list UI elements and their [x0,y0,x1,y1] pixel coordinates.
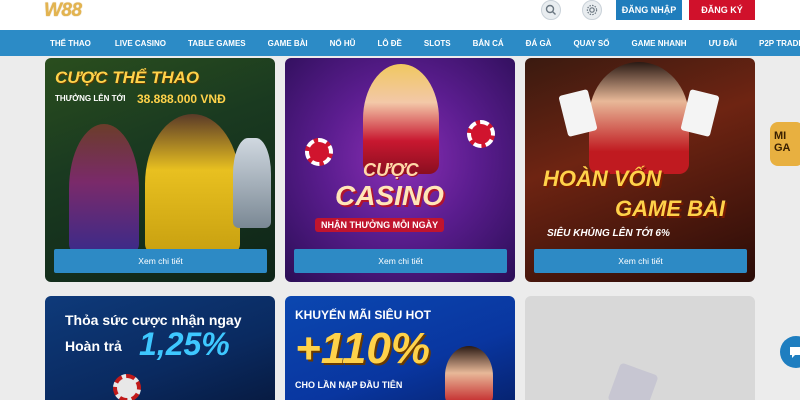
view-details-button[interactable]: Xem chi tiết [54,249,267,273]
chat-button[interactable] [780,336,800,368]
banner-subtitle: THƯỞNG LÊN TỚI [55,94,126,103]
trophy-image [233,138,271,228]
nav-item-table-games[interactable]: TABLE GAMES [188,39,246,48]
dealer-image [363,64,439,174]
promo-card-placeholder [525,296,755,400]
nav-item-live-casino[interactable]: LIVE CASINO [115,39,166,48]
nav-item-the-thao[interactable]: THỂ THAO [50,39,91,48]
search-icon[interactable] [541,0,561,20]
banner-title: HOÀN VỐN [543,166,662,191]
lottery-ball-icon [113,374,141,400]
nav-item-p2p-trading[interactable]: P2P TRADING [759,39,800,48]
main-nav: THỂ THAO LIVE CASINO TABLE GAMES GAME BÀ… [0,30,800,56]
site-header: W88 ĐĂNG NHẬP ĐĂNG KÝ [0,0,800,30]
settings-icon[interactable] [582,0,602,20]
banner-subtitle: SIÊU KHỦNG LÊN TỚI 6% [547,228,670,239]
loading-cube-icon [607,362,659,400]
chat-icon [790,347,800,358]
nav-item-game-bai[interactable]: GAME BÀI [268,39,308,48]
banner-subtitle: NHẬN THƯỞNG MỖI NGÀY [315,218,445,232]
promo-card-first-deposit[interactable]: KHUYẾN MÃI SIÊU HOT +110% CHO LẦN NẠP ĐẦ… [285,296,515,400]
poker-chip-icon [305,138,333,166]
banner-title-large: GAME BÀI [615,196,725,221]
player-image-left [69,124,139,254]
nav-item-slots[interactable]: SLOTS [424,39,451,48]
banner-amount: 38.888.000 VNĐ [137,92,226,106]
nav-item-uu-dai[interactable]: ƯU ĐÃI [709,39,737,48]
site-logo[interactable]: W88 [44,0,82,22]
dealer-image [589,62,689,174]
nav-item-ban-ca[interactable]: BẮN CÁ [473,39,504,48]
promo-card-casino[interactable]: CƯỢC CASINO NHẬN THƯỞNG MỖI NGÀY Xem chi… [285,58,515,282]
login-button[interactable]: ĐĂNG NHẬP [616,0,682,20]
view-details-button[interactable]: Xem chi tiết [534,249,747,273]
host-image [445,346,493,400]
nav-item-da-ga[interactable]: ĐÁ GÀ [526,39,552,48]
promo-card-game-bai[interactable]: HOÀN VỐN GAME BÀI SIÊU KHỦNG LÊN TỚI 6% … [525,58,755,282]
nav-item-game-nhanh[interactable]: GAME NHANH [631,39,686,48]
promo-card-sports[interactable]: CƯỢC THỂ THAO THƯỞNG LÊN TỚI 38.888.000 … [45,58,275,282]
playing-card-icon [680,88,720,138]
banner-subtitle: CHO LẦN NẠP ĐẦU TIÊN [295,380,403,390]
banner-title: CƯỢC [363,160,419,180]
player-image-right [145,114,240,254]
banner-title: KHUYẾN MÃI SIÊU HOT [295,308,432,322]
banner-title: CƯỢC THỂ THAO [55,68,200,87]
nav-item-lo-de[interactable]: LÔ ĐỀ [377,39,401,48]
nav-item-quay-so[interactable]: QUAY SỐ [573,39,609,48]
banner-subtitle: Hoàn trả [65,338,122,354]
banner-percent: 1,25% [139,326,230,362]
register-button[interactable]: ĐĂNG KÝ [689,0,755,20]
promo-card-rebate[interactable]: Thỏa sức cược nhận ngay Hoàn trả 1,25% [45,296,275,400]
poker-chip-icon [467,120,495,148]
banner-percent: +110% [295,324,430,373]
view-details-button[interactable]: Xem chi tiết [294,249,507,273]
banner-title-large: CASINO [335,180,444,211]
floating-promo-badge[interactable]: MI GA [770,122,800,166]
nav-item-no-hu[interactable]: NỔ HŨ [330,39,356,48]
